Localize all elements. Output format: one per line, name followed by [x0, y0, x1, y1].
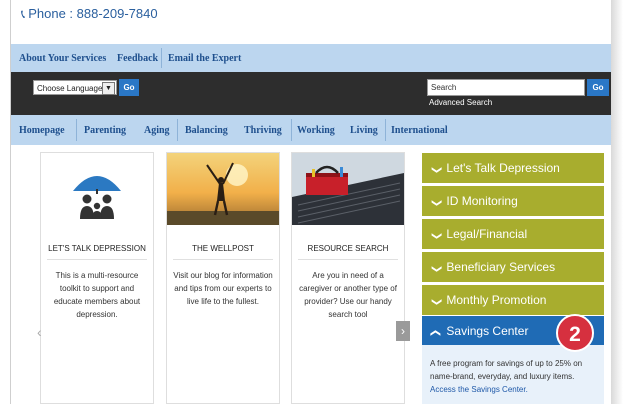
savings-center-description: A free program for savings of up to 25% … [430, 359, 583, 394]
card-title: THE WELLPOST [192, 244, 254, 253]
main-nav: Homepage Parenting Aging Balancing Thriv… [11, 115, 611, 145]
nav-thriving[interactable]: Thriving [244, 125, 282, 136]
accordion-monthly-promotion[interactable]: ❯ Monthly Promotion [422, 285, 604, 315]
card-divider [173, 259, 273, 260]
nav-divider [291, 119, 292, 141]
accordion-id-monitoring[interactable]: ❯ ID Monitoring [422, 186, 604, 216]
chevron-down-icon: ❯ [431, 231, 443, 241]
advanced-search-link[interactable]: Advanced Search [429, 98, 492, 107]
nav-balancing[interactable]: Balancing [185, 125, 228, 136]
nav-divider [76, 119, 77, 141]
frame-shadow [611, 0, 623, 404]
nav-homepage[interactable]: Homepage [19, 125, 65, 136]
woman-sunset-photo [167, 153, 279, 225]
nav-divider [177, 119, 178, 141]
carousel-next-icon[interactable]: › [396, 321, 410, 341]
card-divider [47, 259, 147, 260]
card-lets-talk-depression[interactable]: LET'S TALK DEPRESSION This is a multi-re… [40, 152, 154, 404]
nav-divider [161, 48, 162, 68]
nav-divider [385, 119, 386, 141]
phone-number[interactable]: 📞︎ Phone : 888-209-7840 [21, 6, 158, 22]
card-title: LET'S TALK DEPRESSION [48, 244, 146, 253]
chevron-down-icon: ❯ [431, 165, 443, 175]
chevron-down-icon: ❯ [431, 198, 443, 208]
card-resource-search[interactable]: RESOURCE SEARCH Are you in need of a car… [291, 152, 405, 404]
phone-icon: 📞︎ [21, 7, 26, 21]
chevron-down-icon[interactable]: ▼ [102, 82, 115, 95]
accordion-lets-talk-depression[interactable]: ❯ Let's Talk Depression [422, 153, 604, 183]
carousel-prev-icon[interactable]: ‹ [37, 324, 42, 340]
nav-email-the-expert[interactable]: Email the Expert [168, 53, 241, 64]
nav-living[interactable]: Living [350, 125, 378, 136]
top-nav: About Your Services Feedback Email the E… [11, 44, 611, 72]
chevron-down-icon: ❯ [431, 264, 443, 274]
accordion-beneficiary-services[interactable]: ❯ Beneficiary Services [422, 252, 604, 282]
card-divider [298, 259, 398, 260]
nav-working[interactable]: Working [297, 125, 335, 136]
toolbar: Choose Language ▼ Go Search Go Advanced … [11, 72, 611, 115]
chevron-up-icon: ❯ [430, 328, 442, 338]
nav-international[interactable]: International [391, 125, 448, 136]
card-text: Are you in need of a caregiver or anothe… [299, 271, 397, 319]
chevron-down-icon: ❯ [431, 297, 443, 307]
language-select[interactable]: Choose Language ▼ [33, 80, 117, 95]
page-frame: 📞︎ Phone : 888-209-7840 About Your Servic… [10, 0, 612, 404]
card-text: This is a multi-resource toolkit to supp… [53, 271, 141, 319]
accordion-legal-financial[interactable]: ❯ Legal/Financial [422, 219, 604, 249]
search-input[interactable]: Search [427, 79, 585, 96]
card-title: RESOURCE SEARCH [307, 244, 389, 253]
nav-parenting[interactable]: Parenting [84, 125, 126, 136]
savings-center-panel: A free program for savings of up to 25% … [422, 345, 604, 404]
nav-aging[interactable]: Aging [144, 125, 170, 136]
access-savings-center-link[interactable]: Access the Savings Center. [430, 385, 528, 394]
language-go-button[interactable]: Go [119, 79, 139, 96]
card-the-wellpost[interactable]: THE WELLPOST Visit our blog for informat… [166, 152, 280, 404]
callout-badge: 2 [556, 314, 594, 352]
search-go-button[interactable]: Go [587, 79, 609, 96]
nav-feedback[interactable]: Feedback [117, 53, 158, 64]
toolbox-keyboard-photo [292, 153, 404, 225]
nav-about-your-services[interactable]: About Your Services [19, 53, 106, 64]
umbrella-family-icon [73, 176, 121, 219]
card-text: Visit our blog for information and tips … [173, 271, 273, 306]
